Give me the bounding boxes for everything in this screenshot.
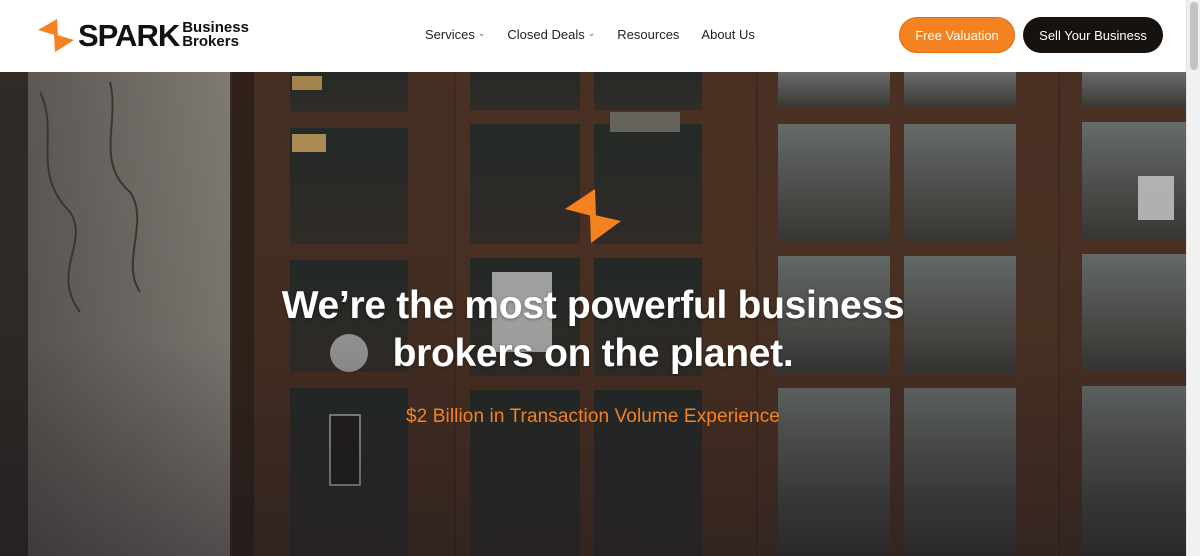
chevron-down-icon: ⌄ [587, 28, 596, 38]
page-scrollbar[interactable] [1186, 0, 1200, 556]
nav-item-resources[interactable]: Resources [617, 27, 679, 42]
brand-sub-line2: Brokers [182, 33, 239, 50]
spark-bolt-icon [565, 189, 621, 243]
nav-item-closed-deals[interactable]: Closed Deals ⌄ [507, 27, 595, 42]
scrollbar-thumb[interactable] [1190, 2, 1198, 70]
nav-item-label: Closed Deals [507, 27, 585, 42]
nav-item-services[interactable]: Services ⌄ [425, 27, 485, 42]
free-valuation-button[interactable]: Free Valuation [899, 17, 1015, 53]
nav-item-about-us[interactable]: About Us [701, 27, 754, 42]
brand-logo[interactable]: SPARK Business Brokers [36, 16, 249, 54]
hero-headline-line1: We’re the most powerful business [281, 284, 905, 327]
brand-subtitle: Business Brokers [182, 20, 249, 50]
hero-headline: We’re the most powerful business brokers… [200, 282, 986, 378]
brand-name: SPARK [78, 17, 180, 53]
hero-section: We’re the most powerful business brokers… [0, 72, 1186, 556]
sell-your-business-button[interactable]: Sell Your Business [1023, 17, 1163, 53]
hero-subtitle: $2 Billion in Transaction Volume Experie… [406, 406, 780, 427]
main-nav: Services ⌄ Closed Deals ⌄ Resources Abou… [425, 27, 777, 42]
hero-headline-line2: brokers on the planet. [392, 332, 794, 375]
chevron-down-icon: ⌄ [477, 28, 486, 38]
nav-item-label: Services [425, 27, 475, 42]
site-header: SPARK Business Brokers Services ⌄ Closed… [0, 0, 1186, 72]
nav-item-label: Resources [617, 27, 680, 42]
nav-item-label: About Us [701, 27, 755, 42]
spark-bolt-icon [38, 19, 74, 52]
